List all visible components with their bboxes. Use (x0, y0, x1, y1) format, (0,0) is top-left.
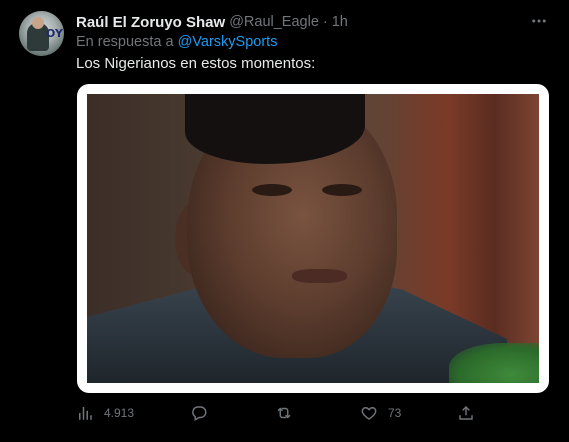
image-eye-right (322, 184, 362, 196)
share-icon (459, 405, 473, 420)
tweet-text: Los Nigerianos en estos momentos: (76, 55, 316, 72)
reply-context: En respuesta a @VarskySports (76, 34, 277, 50)
avatar[interactable]: OY (19, 11, 64, 56)
reply-prefix: En respuesta a (76, 34, 174, 50)
retweet-button[interactable] (275, 402, 303, 424)
like-button[interactable]: 73 (360, 402, 401, 424)
analytics-icon (79, 407, 92, 420)
reply-mention-link[interactable]: @VarskySports (178, 34, 278, 50)
tweet-header: Raúl El Zoruyo Shaw @Raul_Eagle · 1h (76, 12, 348, 32)
author-handle[interactable]: @Raul_Eagle (229, 14, 319, 30)
views-count: 4.913 (104, 406, 135, 420)
reply-button[interactable] (190, 402, 218, 424)
heart-icon (361, 407, 377, 420)
media-image (87, 94, 539, 383)
tweet[interactable]: OY Raúl El Zoruyo Shaw @Raul_Eagle · 1h … (0, 0, 569, 442)
tweet-actions: 4.913 73 (76, 402, 476, 424)
author-name[interactable]: Raúl El Zoruyo Shaw (76, 14, 225, 31)
like-count: 73 (388, 406, 402, 420)
views-button[interactable]: 4.913 (76, 402, 134, 424)
image-mouth (292, 269, 347, 283)
retweet-icon (277, 407, 291, 419)
avatar-head (32, 17, 44, 29)
separator-dot: · (322, 14, 328, 30)
reply-icon (192, 406, 207, 422)
image-eye-left (252, 184, 292, 196)
tweet-media[interactable] (77, 84, 549, 393)
more-button[interactable] (528, 10, 550, 32)
share-button[interactable] (457, 402, 475, 424)
tweet-timestamp[interactable]: 1h (332, 14, 348, 30)
more-icon (532, 19, 546, 23)
avatar-logo-text: OY (46, 27, 63, 40)
